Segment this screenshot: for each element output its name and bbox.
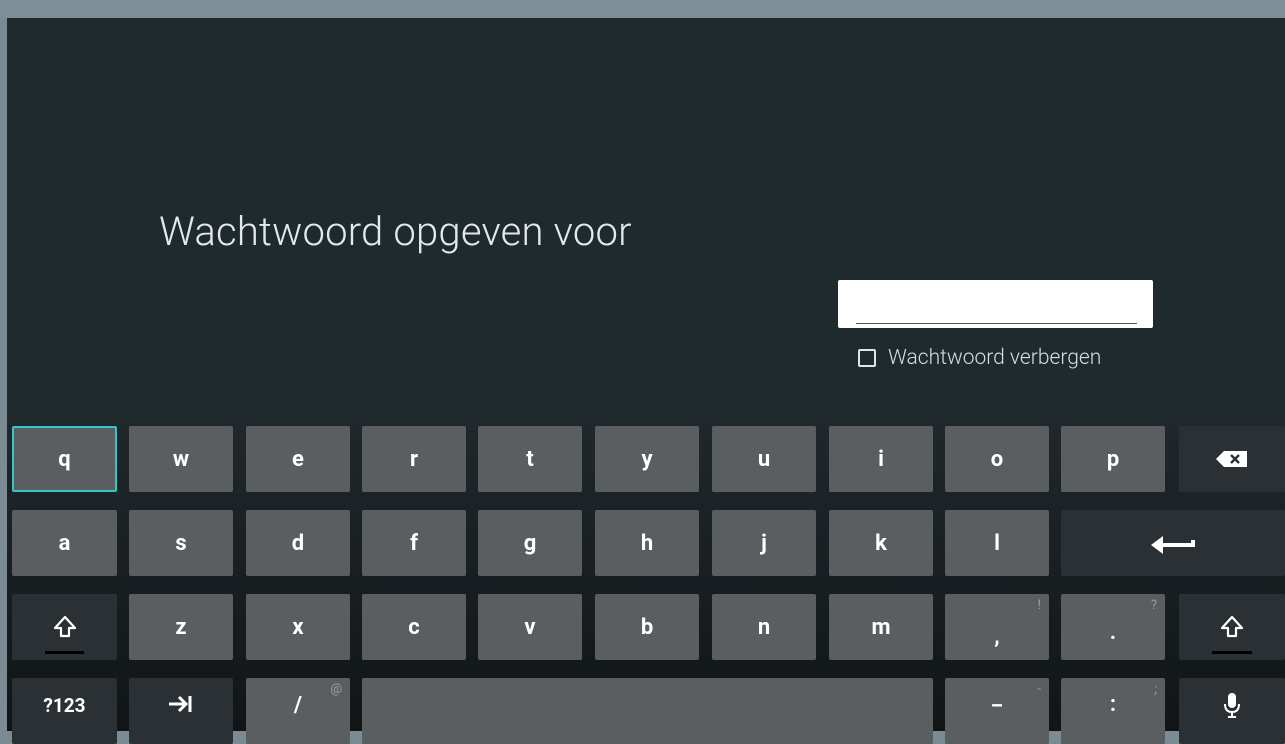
hide-password-label: Wachtwoord verbergen xyxy=(888,346,1102,370)
key-u[interactable]: u xyxy=(712,426,816,492)
shift-icon xyxy=(1220,615,1244,638)
key-slash[interactable]: / @ xyxy=(246,678,350,744)
key-f[interactable]: f xyxy=(362,510,466,576)
key-y[interactable]: y xyxy=(595,426,699,492)
key-r[interactable]: r xyxy=(362,426,466,492)
key-slash-label: / xyxy=(293,692,303,718)
shift-indicator xyxy=(45,651,84,654)
key-s[interactable]: s xyxy=(129,510,233,576)
key-underscore-alt: - xyxy=(1037,682,1041,697)
on-screen-keyboard: q w e r t y u i o p a s d f g h j k l z … xyxy=(7,418,1285,744)
key-l[interactable]: l xyxy=(945,510,1049,576)
key-h[interactable]: h xyxy=(595,510,699,576)
key-colon-label: : xyxy=(1109,691,1117,717)
key-k[interactable]: k xyxy=(829,510,933,576)
hide-password-checkbox[interactable] xyxy=(858,349,876,367)
shift-icon xyxy=(53,615,76,638)
key-w[interactable]: w xyxy=(129,426,233,492)
top-bar xyxy=(0,0,1285,18)
shift-indicator xyxy=(1212,651,1252,654)
key-comma[interactable]: , ! xyxy=(945,594,1049,660)
key-i[interactable]: i xyxy=(829,426,933,492)
key-j[interactable]: j xyxy=(712,510,816,576)
backspace-key[interactable] xyxy=(1179,426,1285,492)
key-slash-alt: @ xyxy=(330,682,342,697)
key-e[interactable]: e xyxy=(246,426,350,492)
enter-icon xyxy=(1151,536,1195,554)
password-underline xyxy=(856,323,1137,324)
key-d[interactable]: d xyxy=(246,510,350,576)
key-underscore-label: _ xyxy=(992,684,1002,710)
key-colon[interactable]: : ; xyxy=(1061,678,1165,744)
shift-key-left[interactable] xyxy=(12,594,117,660)
password-field[interactable] xyxy=(838,280,1153,328)
space-key[interactable] xyxy=(362,678,933,744)
symbols-key-label: ?123 xyxy=(43,693,86,717)
key-period[interactable]: . ? xyxy=(1061,594,1165,660)
key-g[interactable]: g xyxy=(478,510,582,576)
password-screen: Wachtwoord opgeven voor Wachtwoord verbe… xyxy=(7,18,1285,744)
backspace-icon xyxy=(1216,451,1247,467)
shift-key-right[interactable] xyxy=(1179,594,1285,660)
microphone-icon xyxy=(1224,693,1240,718)
key-comma-alt: ! xyxy=(1037,598,1041,613)
key-underscore[interactable]: _ - xyxy=(945,678,1049,744)
symbols-key[interactable]: ?123 xyxy=(12,678,117,744)
page-title: Wachtwoord opgeven voor xyxy=(159,208,632,255)
key-t[interactable]: t xyxy=(478,426,582,492)
key-p[interactable]: p xyxy=(1061,426,1165,492)
key-b[interactable]: b xyxy=(595,594,699,660)
tab-key[interactable] xyxy=(129,678,233,744)
key-z[interactable]: z xyxy=(129,594,233,660)
enter-key[interactable] xyxy=(1061,510,1285,576)
key-q[interactable]: q xyxy=(12,426,117,492)
key-o[interactable]: o xyxy=(945,426,1049,492)
hide-password-option[interactable]: Wachtwoord verbergen xyxy=(858,346,1101,370)
key-x[interactable]: x xyxy=(246,594,350,660)
key-v[interactable]: v xyxy=(478,594,582,660)
tab-icon xyxy=(169,695,192,713)
key-period-alt: ? xyxy=(1150,598,1157,613)
key-period-label: . xyxy=(1109,619,1117,645)
key-colon-alt: ; xyxy=(1154,682,1157,697)
voice-input-key[interactable] xyxy=(1179,678,1285,744)
key-a[interactable]: a xyxy=(12,510,117,576)
key-comma-label: , xyxy=(994,623,1000,649)
key-m[interactable]: m xyxy=(829,594,933,660)
key-n[interactable]: n xyxy=(712,594,816,660)
key-c[interactable]: c xyxy=(362,594,466,660)
password-input[interactable] xyxy=(856,288,1140,320)
